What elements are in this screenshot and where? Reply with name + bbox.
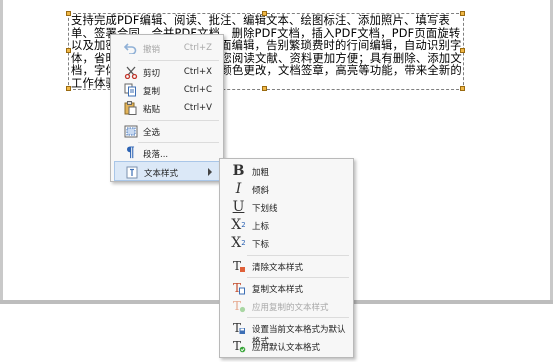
- resize-handle-top-left[interactable]: [66, 11, 71, 16]
- apply-copied-style-icon: T: [231, 299, 246, 313]
- menu-item-label: 撤销: [143, 45, 161, 55]
- resize-handle-bottom-right[interactable]: [460, 86, 465, 91]
- menu-item-cut[interactable]: 剪切 Ctrl+X: [114, 62, 220, 82]
- page-frame-left: [0, 0, 3, 304]
- menu-item-apply-default-format[interactable]: T 应用默认文本格式: [223, 336, 350, 356]
- text-style-submenu: B 加粗 I 倾斜 U 下划线 X2 上标 X2 下标 T 清除文本样式 T 复…: [219, 158, 354, 358]
- resize-handle-top-right[interactable]: [460, 11, 465, 16]
- superscript-icon: X2: [231, 218, 246, 232]
- menu-item-superscript[interactable]: X2 上标: [223, 215, 350, 235]
- resize-handle-middle-right[interactable]: [460, 48, 465, 53]
- set-default-format-icon: T: [231, 321, 246, 335]
- menu-item-select-all[interactable]: 全选: [114, 121, 220, 141]
- menu-item-label: 段落...: [143, 150, 169, 160]
- menu-item-label: 应用默认文本格式: [252, 343, 321, 353]
- menu-item-text-style[interactable]: 文本样式: [114, 161, 220, 181]
- svg-text:T: T: [233, 339, 241, 353]
- menu-item-italic[interactable]: I 倾斜: [223, 179, 350, 199]
- superscript-glyph: X: [231, 217, 242, 233]
- copy-icon: [123, 83, 138, 97]
- menu-item-label: 复制: [143, 87, 161, 97]
- menu-item-set-default-format[interactable]: T 设置当前文本格式为默认格式: [223, 318, 350, 347]
- menu-item-label: 清除文本样式: [252, 263, 304, 273]
- underline-icon: U: [232, 199, 245, 215]
- superscript-mark: 2: [241, 221, 246, 229]
- menu-item-label: 复制文本样式: [252, 285, 304, 295]
- menu-item-paragraph[interactable]: ¶ 段落...: [114, 143, 220, 163]
- submenu-arrow-icon: [208, 168, 212, 176]
- menu-item-subscript[interactable]: X2 下标: [223, 233, 350, 253]
- copy-text-style-icon: T: [231, 281, 246, 295]
- italic-icon: I: [235, 181, 242, 197]
- menu-item-label: 文本样式: [144, 169, 179, 179]
- menu-item-label: 应用复制的文本样式: [252, 303, 329, 313]
- menu-item-label: 全选: [143, 128, 161, 138]
- select-all-icon: [123, 124, 138, 138]
- resize-handle-bottom-left[interactable]: [66, 86, 71, 91]
- menu-item-copy[interactable]: 复制 Ctrl+C: [114, 80, 220, 100]
- text-style-icon: [124, 165, 139, 179]
- menu-item-apply-copied-style[interactable]: T 应用复制的文本样式: [223, 296, 350, 316]
- menu-item-label: 加粗: [252, 168, 270, 178]
- menu-item-label: 下划线: [252, 204, 278, 214]
- paragraph-icon: ¶: [126, 145, 135, 161]
- paste-icon: [123, 101, 138, 115]
- menu-item-label: 倾斜: [252, 186, 270, 196]
- menu-separator: [138, 60, 219, 61]
- menu-item-label: 剪切: [143, 69, 161, 79]
- undo-icon: [123, 41, 138, 55]
- resize-handle-bottom-center[interactable]: [262, 86, 267, 91]
- svg-text:T: T: [233, 299, 241, 313]
- context-menu: 撤销 Ctrl+Z 剪切 Ctrl+X 复制 Ctrl+C 粘贴 Ctrl+V …: [110, 34, 224, 182]
- menu-item-label: 上标: [252, 222, 270, 232]
- resize-handle-middle-left[interactable]: [66, 48, 71, 53]
- menu-item-label: 下标: [252, 240, 270, 250]
- menu-item-bold[interactable]: B 加粗: [223, 161, 350, 181]
- menu-item-clear-text-style[interactable]: T 清除文本样式: [223, 256, 350, 276]
- shortcut-label: Ctrl+C: [183, 85, 212, 95]
- subscript-icon: X2: [231, 236, 246, 250]
- shortcut-label: Ctrl+Z: [183, 43, 212, 53]
- shortcut-label: Ctrl+X: [183, 67, 212, 77]
- menu-item-paste[interactable]: 粘贴 Ctrl+V: [114, 98, 220, 118]
- resize-handle-top-center[interactable]: [262, 11, 267, 16]
- menu-item-underline[interactable]: U 下划线: [223, 197, 350, 217]
- clear-text-style-icon: T: [231, 259, 246, 273]
- menu-item-undo[interactable]: 撤销 Ctrl+Z: [114, 38, 220, 58]
- menu-item-copy-text-style[interactable]: T 复制文本样式: [223, 278, 350, 298]
- svg-text:T: T: [233, 259, 241, 273]
- bold-icon: B: [232, 163, 245, 179]
- shortcut-label: Ctrl+V: [183, 103, 212, 113]
- subscript-mark: 2: [241, 239, 246, 247]
- menu-item-label: 粘贴: [143, 105, 161, 115]
- apply-default-format-icon: T: [231, 339, 246, 353]
- scissors-icon: [123, 65, 138, 79]
- subscript-glyph: X: [231, 235, 242, 251]
